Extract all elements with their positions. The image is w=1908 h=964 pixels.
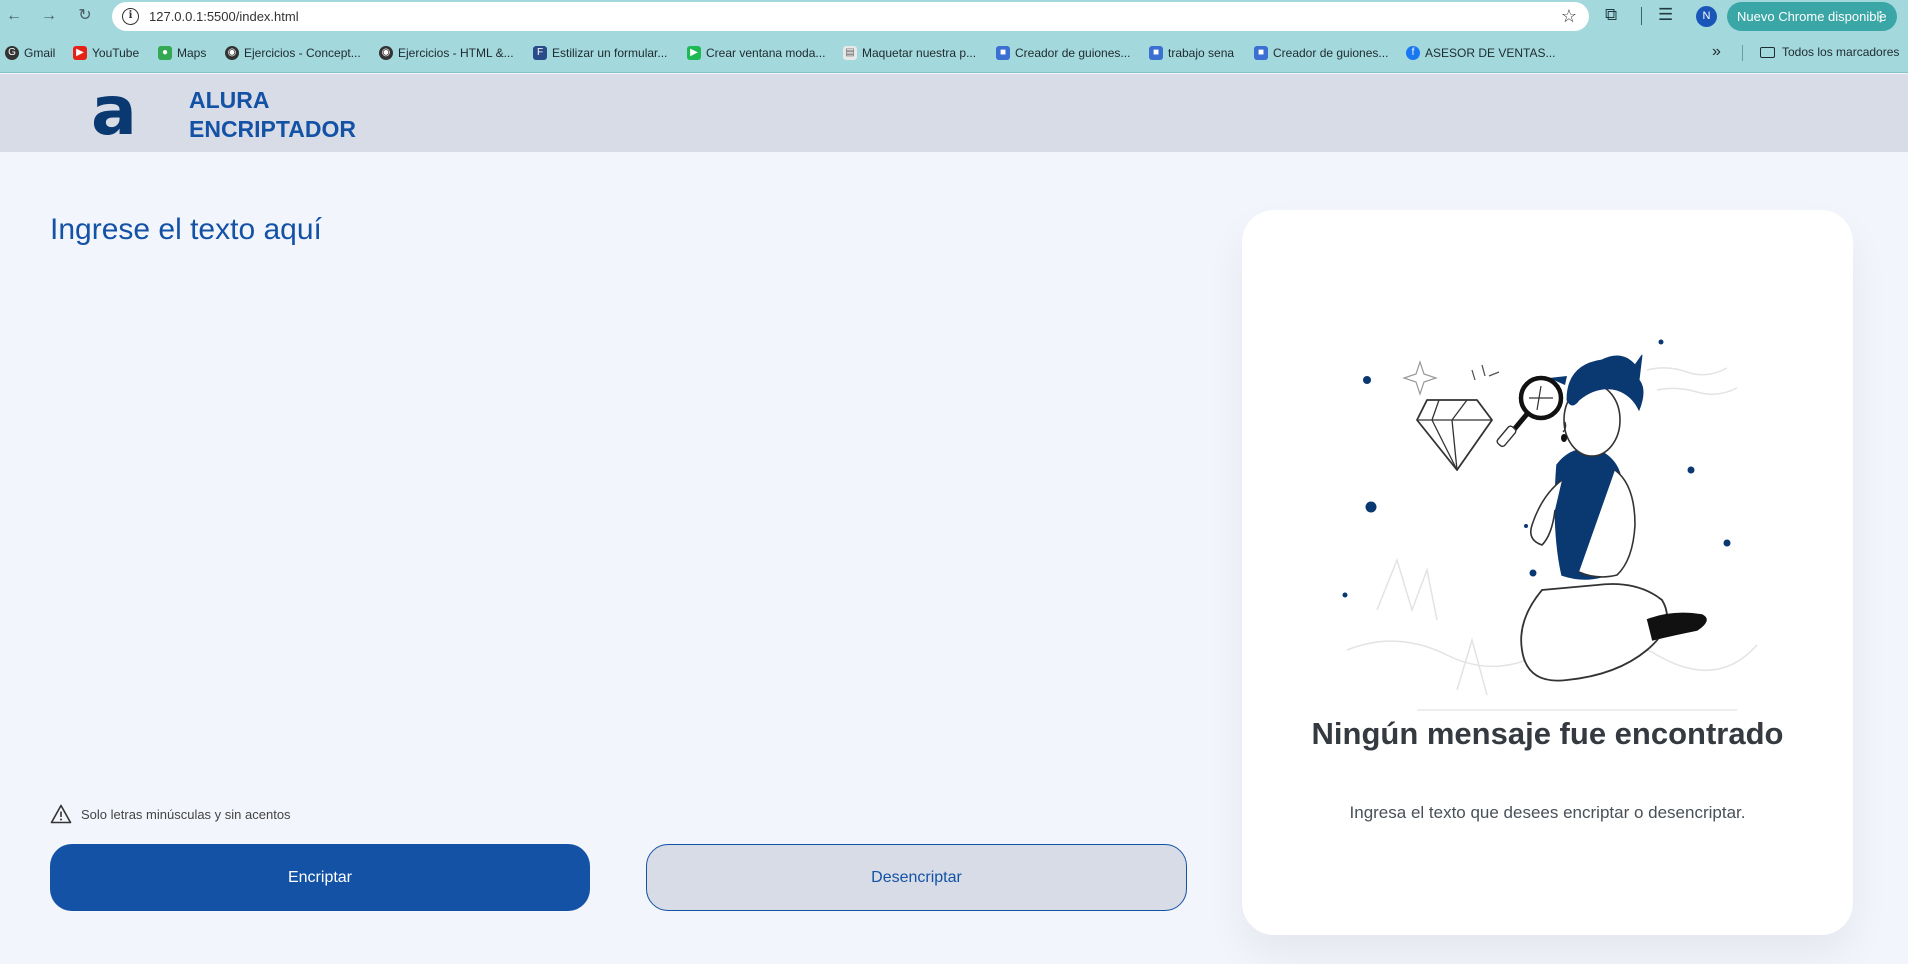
bookmark-item[interactable]: F Estilizar un formular... [533,45,667,61]
site-info-icon[interactable]: i [122,8,139,25]
more-bookmarks-chevron-icon[interactable]: » [1712,43,1721,61]
maps-icon: ● [158,46,172,60]
bookmark-item[interactable]: ▶ Crear ventana moda... [687,45,825,61]
media-control-icon[interactable]: ☰ [1658,5,1673,25]
folder-icon [1760,46,1775,58]
all-bookmarks-button[interactable]: Todos los marcadores [1760,45,1899,59]
slides-icon: ■ [996,46,1010,60]
google-icon: G [5,46,19,60]
text-input-area[interactable]: Ingrese el texto aquí [50,213,322,247]
bookmarks-bar: G Gmail ▶ YouTube ● Maps ◉ Ejercicios - … [0,33,1908,73]
facebook-icon: f [1406,46,1420,60]
kebab-menu-icon[interactable]: ⋮ [1874,2,1887,31]
bookmark-star-icon[interactable]: ☆ [1561,6,1577,27]
no-message-title: Ningún mensaje fue encontrado [1311,716,1784,751]
address-bar[interactable]: i 127.0.0.1:5500/index.html ☆ [112,2,1589,31]
bookmark-item[interactable]: ■ trabajo sena [1149,45,1234,61]
youtube-icon: ▶ [73,46,87,60]
toolbar-divider [1641,7,1642,25]
update-label: Nuevo Chrome disponible [1737,9,1887,24]
output-panel: Ningún mensaje fue encontrado Ingresa el… [1242,210,1853,935]
browser-toolbar: ← → ↻ i 127.0.0.1:5500/index.html ☆ ⧉ ☰ … [0,0,1908,33]
forward-arrow-icon[interactable]: → [39,6,59,26]
bookmark-item[interactable]: ◉ Ejercicios - HTML &... [379,45,514,61]
alura-logo[interactable]: a [91,78,137,146]
bookmark-item[interactable]: ■ Creador de guiones... [1254,45,1388,61]
bookmark-item[interactable]: ■ Creador de guiones... [996,45,1130,61]
bookmark-item[interactable]: f ASESOR DE VENTAS... [1406,45,1555,61]
bookmark-item[interactable]: ▶ YouTube [73,45,139,61]
fr-icon: F [533,46,547,60]
bookmark-item[interactable]: G Gmail [5,45,55,61]
brand-name: ALURA ENCRIPTADOR [189,86,356,144]
warning-text: Solo letras minúsculas y sin acentos [81,806,291,822]
bookmark-item[interactable]: ◉ Ejercicios - Concept... [225,45,361,61]
back-arrow-icon[interactable]: ← [4,6,24,26]
globe-icon: ◉ [379,46,393,60]
app-header: a ALURA ENCRIPTADOR [0,74,1908,152]
bookmarks-divider [1742,45,1743,61]
globe-icon: ◉ [225,46,239,60]
encrypt-button[interactable]: Encriptar [50,844,590,911]
slides-icon: ■ [1254,46,1268,60]
profile-avatar[interactable]: N [1696,6,1717,27]
brand-line-2: ENCRIPTADOR [189,116,356,142]
extensions-icon[interactable]: ⧉ [1605,5,1617,25]
doc-icon: ▤ [843,46,857,60]
play-icon: ▶ [687,46,701,60]
person-with-magnifier-illustration [1342,339,1758,711]
no-message-subtitle: Ingresa el texto que desees encriptar o … [1349,803,1746,822]
slides-icon: ■ [1149,46,1163,60]
decrypt-button[interactable]: Desencriptar [646,844,1187,911]
chrome-update-button[interactable]: Nuevo Chrome disponible ⋮ [1727,2,1897,31]
bookmark-item[interactable]: ▤ Maquetar nuestra p... [843,45,976,61]
url-text[interactable]: 127.0.0.1:5500/index.html [149,9,299,24]
reload-icon[interactable]: ↻ [75,6,95,26]
warning-icon [50,804,72,824]
bookmark-item[interactable]: ● Maps [158,45,206,61]
brand-line-1: ALURA [189,87,270,113]
input-warning: Solo letras minúsculas y sin acentos [50,804,291,824]
